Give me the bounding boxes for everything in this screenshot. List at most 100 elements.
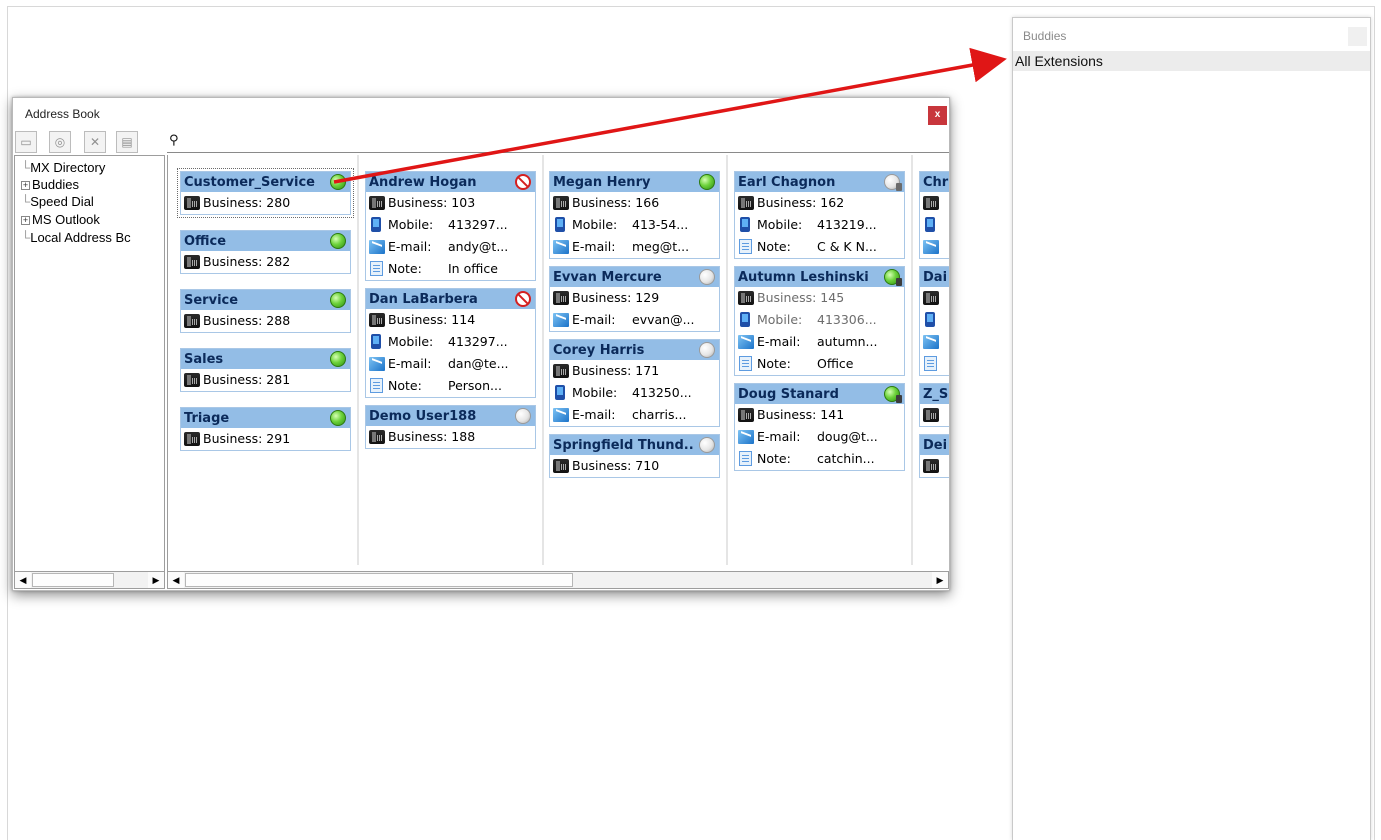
phone-row: Business: 281 — [181, 369, 350, 391]
business-number: Business: 103 — [388, 195, 476, 210]
close-button[interactable]: x — [928, 106, 947, 125]
tree-item-label: MS Outlook — [32, 212, 100, 227]
mobile-phone-icon — [555, 385, 565, 400]
scrollbar-thumb[interactable] — [185, 573, 573, 587]
note-value: Office — [817, 356, 854, 371]
status-icon[interactable]: ◎ — [49, 131, 71, 153]
scrollbar-thumb[interactable] — [32, 573, 114, 587]
email-row: E-mail: evvan@... — [550, 309, 719, 331]
contact-card[interactable]: Dei — [919, 434, 949, 478]
contact-name-text: Dan LaBarbera — [369, 292, 478, 307]
contact-card[interactable]: Earl Chagnon Business: 162 Mobile: 413219..… — [734, 171, 905, 259]
search-input[interactable] — [189, 131, 945, 151]
contact-name: Autumn Leshinski — [735, 267, 904, 287]
email-row — [920, 331, 949, 353]
mobile-phone-icon — [371, 217, 381, 232]
tree-item-label: MX Directory — [30, 160, 106, 175]
contact-card[interactable]: Springfield Thund.. Business: 710 — [549, 434, 720, 478]
new-contact-icon[interactable]: ▭ — [15, 131, 37, 153]
contact-name-text: Dai — [923, 270, 948, 285]
phone-row — [920, 455, 949, 477]
email-row: E-mail: charris... — [550, 404, 719, 426]
email-row: E-mail: autumn... — [735, 331, 904, 353]
contact-card[interactable]: Service Business: 288 — [180, 289, 351, 333]
contact-card[interactable]: Dai — [919, 266, 949, 376]
contact-card[interactable]: Evvan Mercure Business: 129 E-mail: evvan@.… — [549, 266, 720, 332]
contact-card[interactable]: Triage Business: 291 — [180, 407, 351, 451]
business-phone-icon — [369, 196, 385, 210]
close-button[interactable] — [1348, 27, 1367, 46]
contact-name: Office — [181, 231, 350, 251]
scroll-right-icon[interactable]: ▶ — [932, 572, 948, 588]
contact-card[interactable]: Z_S — [919, 383, 949, 427]
business-phone-icon — [553, 459, 569, 473]
delete-icon[interactable]: ✕ — [84, 131, 106, 153]
contact-name: Dai — [920, 267, 949, 287]
contact-card[interactable]: Autumn Leshinski Business: 145 Mobile: 4133… — [734, 266, 905, 376]
business-number: Business: 710 — [572, 458, 660, 473]
scroll-left-icon[interactable]: ◀ — [168, 572, 184, 588]
tree-item-mx-directory[interactable]: └MX Directory — [21, 159, 105, 177]
online-status-icon — [330, 233, 346, 249]
email-value[interactable]: doug@t... — [817, 426, 878, 448]
contact-name-text: Dei — [923, 438, 948, 453]
business-phone-icon — [923, 291, 939, 305]
tree-item-speed-dial[interactable]: └Speed Dial — [21, 193, 94, 211]
mobile-row: Mobile: 413219... — [735, 214, 904, 236]
offline-status-icon — [699, 342, 715, 358]
contact-card[interactable]: Dan LaBarbera Business: 114 Mobile: 413297.… — [365, 288, 536, 398]
online-status-icon — [699, 174, 715, 190]
phone-row: Business: 291 — [181, 428, 350, 450]
note-row — [920, 353, 949, 375]
business-phone-icon — [184, 373, 200, 387]
contact-card[interactable]: Chr — [919, 171, 949, 259]
email-value[interactable]: dan@te... — [448, 353, 509, 375]
expand-icon[interactable]: + — [21, 216, 30, 225]
email-value[interactable]: autumn... — [817, 331, 877, 353]
binoculars-icon[interactable]: ⚲ — [169, 132, 179, 148]
email-value[interactable]: evvan@... — [632, 309, 695, 331]
note-value: catchin... — [817, 451, 875, 466]
contact-name-text: Service — [184, 293, 239, 308]
contact-card[interactable]: Customer_Service Business: 280 — [177, 168, 354, 218]
business-number: Business: 166 — [572, 195, 660, 210]
contact-card[interactable]: Office Business: 282 — [180, 230, 351, 274]
phone-row: Business: 288 — [181, 310, 350, 332]
contact-card[interactable]: Megan Henry Business: 166 Mobile: 413-54...… — [549, 171, 720, 259]
buddies-list-item[interactable]: All Extensions — [1013, 51, 1370, 71]
business-number: Business: 162 — [757, 195, 845, 210]
email-row: E-mail: doug@t... — [735, 426, 904, 448]
contact-card[interactable]: Sales Business: 281 — [180, 348, 351, 392]
tree-item-ms-outlook[interactable]: + MS Outlook — [21, 211, 100, 229]
business-number: Business: 188 — [388, 429, 476, 444]
mobile-row — [920, 309, 949, 331]
tree-item-buddies[interactable]: + Buddies — [21, 176, 79, 194]
mobile-phone-icon — [740, 312, 750, 327]
mobile-row — [920, 214, 949, 236]
contact-card[interactable]: Demo User188 Business: 188 — [365, 405, 536, 449]
tree-item-local-address-book[interactable]: └Local Address Bc — [21, 229, 131, 247]
expand-icon[interactable]: + — [21, 181, 30, 190]
online-on-phone-icon — [884, 269, 902, 286]
column-divider — [726, 155, 728, 565]
mobile-value: 413297... — [448, 217, 508, 232]
scroll-right-icon[interactable]: ▶ — [148, 572, 164, 588]
email-value[interactable]: andy@t... — [448, 236, 508, 258]
scroll-left-icon[interactable]: ◀ — [15, 572, 31, 588]
contact-card[interactable]: Andrew Hogan Business: 103 Mobile: 413297..… — [365, 171, 536, 281]
note-value: Person... — [448, 378, 502, 393]
email-icon — [738, 430, 754, 444]
email-value[interactable]: charris... — [632, 404, 686, 426]
contact-name: Triage — [181, 408, 350, 428]
cards-horizontal-scrollbar[interactable]: ◀ ▶ — [167, 571, 949, 589]
phone-row: Business: 710 — [550, 455, 719, 477]
contact-card[interactable]: Doug Stanard Business: 141 E-mail: doug@t..… — [734, 383, 905, 471]
phone-row: Business: 141 — [735, 404, 904, 426]
tree-connector-icon: └ — [21, 194, 31, 209]
contact-card[interactable]: Corey Harris Business: 171 Mobile: 413250..… — [549, 339, 720, 427]
phone-row: Business: 166 — [550, 192, 719, 214]
export-icon[interactable]: ▤ — [116, 131, 138, 153]
tree-horizontal-scrollbar[interactable]: ◀ ▶ — [14, 571, 165, 589]
phone-row: Business: 145 — [735, 287, 904, 309]
email-value[interactable]: meg@t... — [632, 236, 689, 258]
